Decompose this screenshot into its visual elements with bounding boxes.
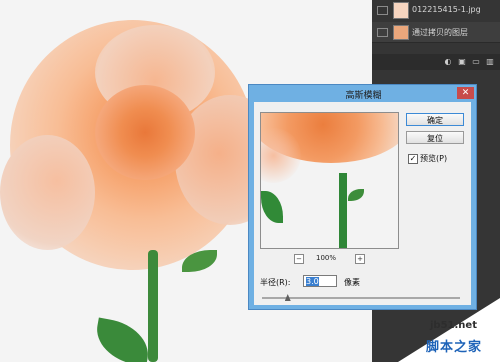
- dialog-title: 高斯模糊: [345, 91, 382, 101]
- rose-leaf: [91, 317, 154, 362]
- preview-rose-leaf: [348, 189, 364, 201]
- layer-row-background[interactable]: 012215415-1.jpg: [372, 0, 500, 23]
- radius-input[interactable]: 3.0: [303, 275, 337, 287]
- reset-button[interactable]: 复位: [406, 131, 464, 144]
- preview-rose-leaf: [261, 191, 283, 223]
- zoom-in-button[interactable]: +: [355, 254, 365, 264]
- rose-stem: [148, 250, 158, 362]
- watermark: jb51.net 脚本之家: [378, 290, 500, 362]
- visibility-eye-icon[interactable]: [377, 28, 388, 37]
- zoom-level: 100%: [316, 254, 337, 262]
- layers-toolbar: ◐ ▣ ▭ ▥: [372, 54, 500, 70]
- watermark-name: 脚本之家: [426, 340, 483, 355]
- layer-name: 通过拷贝的图层: [412, 28, 468, 37]
- radius-value: 3.0: [306, 277, 319, 286]
- radius-label: 半径(R):: [260, 278, 291, 287]
- zoom-out-button[interactable]: −: [294, 254, 304, 264]
- rose-petal: [0, 135, 95, 250]
- trash-icon[interactable]: ▥: [486, 58, 494, 66]
- preview-rose-stem: [339, 173, 347, 248]
- ok-button[interactable]: 确定: [406, 113, 464, 126]
- layer-thumbnail: [393, 25, 409, 40]
- adjustment-layer-icon[interactable]: ◐: [444, 58, 452, 66]
- layer-name: 012215415-1.jpg: [412, 5, 481, 14]
- rose-center: [95, 85, 195, 180]
- camera-icon[interactable]: ▣: [458, 58, 466, 66]
- watermark-url: jb51.net: [430, 320, 477, 331]
- preview-checkbox[interactable]: ✓: [408, 154, 418, 164]
- blur-preview[interactable]: [260, 112, 399, 249]
- radius-unit: 像素: [344, 278, 360, 287]
- visibility-eye-icon[interactable]: [377, 6, 388, 15]
- new-layer-icon[interactable]: ▭: [472, 58, 480, 66]
- gaussian-blur-dialog: 高斯模糊 ✕ − 100% + 确定 复位 ✓ 预览(P) 半径(R): 3.0…: [248, 84, 477, 310]
- close-button[interactable]: ✕: [457, 87, 474, 99]
- layer-thumbnail: [393, 2, 409, 19]
- layer-row-copy[interactable]: 通过拷贝的图层: [372, 22, 500, 43]
- preview-checkbox-label: 预览(P): [420, 154, 448, 163]
- dialog-body: − 100% + 确定 复位 ✓ 预览(P) 半径(R): 3.0 像素: [254, 102, 471, 305]
